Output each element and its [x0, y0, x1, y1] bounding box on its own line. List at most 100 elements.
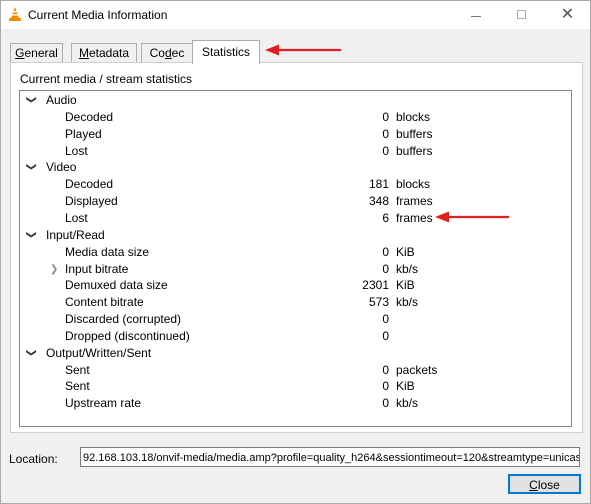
tab-metadata[interactable]: Metadata	[71, 43, 137, 63]
expand-chevron-icon[interactable]: ❯	[23, 163, 40, 173]
tree-group-label: Input/Read	[46, 227, 105, 242]
stat-label: Dropped (discontinued)	[65, 328, 190, 343]
title-bar: Current Media Information ☐ ✕	[1, 1, 590, 29]
tree-group[interactable]: ❯ Input/Read	[20, 227, 571, 244]
tree-item[interactable]: Dropped (discontinued) 0	[20, 328, 571, 345]
tree-item[interactable]: Demuxed data size 2301 KiB	[20, 277, 571, 294]
stat-label: Decoded	[65, 109, 114, 124]
expand-chevron-icon[interactable]: ❯	[23, 230, 40, 240]
tree-item[interactable]: Played 0 buffers	[20, 126, 571, 143]
stat-unit: kb/s	[396, 261, 419, 276]
close-button[interactable]: Close	[508, 474, 581, 494]
tree-group-label: Output/Written/Sent	[46, 345, 152, 360]
stat-value: 0	[382, 143, 389, 158]
tab-statistics[interactable]: Statistics	[192, 40, 260, 64]
statistics-panel: Current media / stream statistics ❯ Audio…	[10, 62, 583, 433]
tree-item[interactable]: Upstream rate 0 kb/s	[20, 395, 571, 412]
tab-label-post: etadata	[88, 46, 130, 60]
expand-chevron-icon[interactable]: ❯	[23, 348, 40, 358]
minimize-icon	[470, 15, 481, 17]
stat-label: Media data size	[65, 244, 150, 259]
stat-unit: blocks	[396, 177, 431, 192]
stat-value: 0	[382, 126, 389, 141]
stat-label: Sent	[65, 362, 90, 377]
tree-item[interactable]: Sent 0 KiB	[20, 378, 571, 395]
stat-label: Displayed	[65, 194, 118, 209]
stat-unit: KiB	[396, 379, 415, 394]
annotation-arrow-lost-frames	[435, 211, 509, 223]
stat-label: Lost	[65, 210, 88, 225]
stat-value: 0	[382, 396, 389, 411]
minimize-button[interactable]	[453, 1, 498, 29]
stat-value: 0	[382, 362, 389, 377]
tree-item[interactable]: Lost 0 buffers	[20, 143, 571, 160]
tree-item[interactable]: ❯ Input bitrate 0 kb/s	[20, 261, 571, 278]
maximize-button[interactable]: ☐	[499, 1, 544, 29]
stat-unit: blocks	[396, 109, 431, 124]
stat-value: 2301	[362, 278, 389, 293]
close-icon: ✕	[560, 6, 575, 23]
close-label-post: lose	[537, 478, 560, 492]
tree-item[interactable]: Discarded (corrupted) 0	[20, 311, 571, 328]
stat-value: 0	[382, 261, 389, 276]
stat-value: 0	[382, 379, 389, 394]
tree-item[interactable]: Media data size 0 KiB	[20, 244, 571, 261]
close-window-button[interactable]: ✕	[545, 1, 590, 29]
tab-codec[interactable]: Codec	[141, 43, 193, 63]
stat-unit: packets	[396, 362, 438, 377]
tree-item[interactable]: Decoded 0 blocks	[20, 109, 571, 126]
window-title: Current Media Information	[28, 8, 168, 22]
stat-value: 0	[382, 312, 389, 327]
annotation-arrow-tab	[265, 44, 341, 56]
stat-unit: KiB	[396, 278, 415, 293]
tree-item[interactable]: Sent 0 packets	[20, 362, 571, 379]
tree-group-label: Video	[46, 160, 77, 175]
tree-item[interactable]: Displayed 348 frames	[20, 193, 571, 210]
tab-label-pre: Co	[149, 46, 165, 60]
stat-label: Input bitrate	[65, 261, 129, 276]
stat-unit: frames	[396, 210, 433, 225]
maximize-icon: ☐	[516, 8, 527, 22]
stat-unit: buffers	[396, 126, 433, 141]
vlc-cone-icon	[9, 7, 21, 21]
tab-general[interactable]: General	[10, 43, 63, 63]
tree-item[interactable]: Content bitrate 573 kb/s	[20, 294, 571, 311]
stat-unit: kb/s	[396, 396, 419, 411]
collapse-chevron-icon[interactable]: ❯	[50, 261, 60, 278]
statistics-tree[interactable]: ❯ Audio Decoded 0 blocks Played 0 buffers Lost 0 b…	[19, 90, 572, 427]
stat-value: 0	[382, 328, 389, 343]
location-label: Location:	[9, 452, 58, 466]
stat-label: Demuxed data size	[65, 278, 168, 293]
stat-value: 6	[382, 210, 389, 225]
stat-value: 348	[368, 194, 389, 209]
close-label-accel: C	[529, 478, 538, 492]
tab-label-post: ec	[171, 46, 185, 60]
stat-value: 0	[382, 244, 389, 259]
media-information-window: Current Media Information ☐ ✕ General Me…	[0, 0, 591, 504]
stat-label: Sent	[65, 379, 90, 394]
stat-label: Lost	[65, 143, 88, 158]
stat-value: 573	[368, 295, 389, 310]
tree-group-label: Audio	[46, 93, 77, 107]
expand-chevron-icon[interactable]: ❯	[23, 96, 40, 106]
stat-unit: KiB	[396, 244, 415, 259]
tree-group[interactable]: ❯ Audio	[20, 92, 571, 109]
stat-label: Played	[65, 126, 102, 141]
stat-unit: frames	[396, 194, 433, 209]
tree-item[interactable]: Decoded 181 blocks	[20, 176, 571, 193]
stat-unit: buffers	[396, 143, 433, 158]
stat-label: Content bitrate	[65, 295, 144, 310]
panel-heading: Current media / stream statistics	[20, 72, 193, 86]
stat-label: Upstream rate	[65, 396, 142, 411]
tab-label-post: eneral	[24, 46, 58, 60]
stat-value: 0	[382, 109, 389, 124]
location-field[interactable]: 92.168.103.18/onvif-media/media.amp?prof…	[80, 447, 580, 467]
tree-group[interactable]: ❯ Output/Written/Sent	[20, 345, 571, 362]
stat-label: Discarded (corrupted)	[65, 312, 182, 327]
stat-unit: kb/s	[396, 295, 419, 310]
tab-label-accel: d	[164, 46, 172, 60]
tab-label-accel: M	[78, 46, 89, 60]
tree-group[interactable]: ❯ Video	[20, 159, 571, 176]
stat-value: 181	[368, 177, 389, 192]
stat-label: Decoded	[65, 177, 114, 192]
